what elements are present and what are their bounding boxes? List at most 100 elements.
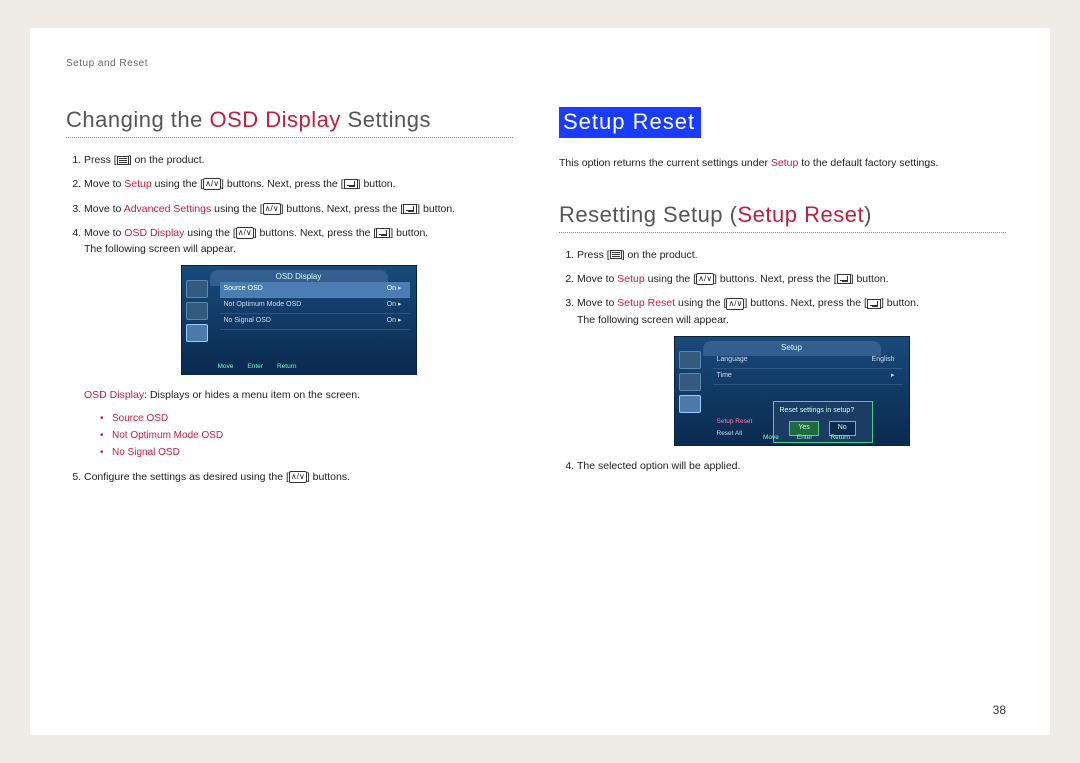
footer-item: Move [218,362,234,372]
accent-text: Setup [124,178,151,190]
row-label: Language [717,355,748,366]
accent-text: OSD Display [124,227,184,239]
step-2: Move to Setup using the [∧/∨] buttons. N… [84,176,513,192]
bullet-item: Not Optimum Mode OSD [112,427,513,444]
heading-text-pre: Resetting Setup ( [559,202,737,227]
text: Press [ [577,249,610,261]
step-1: Press [ ] on the product. [577,247,1006,263]
menu-icon [610,250,622,259]
accent-text: Advanced Settings [124,203,212,215]
step-3: Move to Setup Reset using the [∧/∨] butt… [577,295,1006,446]
dialog-text: Reset settings in setup? [780,406,866,417]
text: ] buttons. Next, press the [ [281,203,404,215]
enter-icon [376,228,390,238]
row-label: Not Optimum Mode OSD [224,300,302,311]
text: The following screen will appear. [577,314,729,326]
osd-sidebar [186,280,214,346]
text: ] buttons. Next, press the [ [744,297,867,309]
osd-side-icon [679,373,701,391]
osd-row: Not Optimum Mode OSD On ▸ [220,298,410,314]
osd-side-icon-selected [186,324,208,342]
heading-text-accent: OSD Display [210,107,341,132]
text: using the [ [211,203,262,215]
footer-item: Return [830,433,850,443]
osd-row: No Signal OSDOn ▸ [220,314,410,330]
text: ] buttons. Next, press the [ [714,273,837,285]
osd-footer: Move Enter Return [711,433,903,443]
accent-text: Setup Reset [617,297,675,309]
accent-text: Setup [771,157,798,169]
updown-icon: ∧/∨ [236,227,254,239]
row-value: On ▸ [387,284,402,295]
text: ] button. [417,203,455,215]
section-banner-setup-reset: Setup Reset [559,107,701,138]
osd-side-icon [186,280,208,298]
osd-sidebar [679,351,707,417]
osd-side-icon-selected [679,395,701,413]
row-label: Time [717,371,732,382]
heading-text-accent: Setup Reset [737,202,864,227]
text: ] button. [851,273,889,285]
left-column: Changing the OSD Display Settings Press … [66,107,513,493]
osd-rows: Source OSDOn ▸ Not Optimum Mode OSDOn ▸ … [220,282,410,330]
step-2: Move to Setup using the [∧/∨] buttons. N… [577,271,1006,287]
row-label: No Signal OSD [224,316,271,327]
osd-screenshot-right: Setup LanguageEnglish Time▸ Reset settin… [674,336,910,446]
osd-description: OSD Display: Displays or hides a menu it… [84,387,513,403]
text: using the [ [184,227,235,239]
accent-text: OSD Display [84,389,144,401]
updown-icon: ∧/∨ [289,471,307,483]
text: ] on the product. [129,154,205,166]
step-1: Press [ ] on the product. [84,152,513,168]
footer-item: Return [277,362,297,372]
footer-item: Enter [247,362,263,372]
osd-row: Source OSD On ▸ [220,282,410,298]
updown-icon: ∧/∨ [203,178,221,190]
updown-icon: ∧/∨ [726,298,744,310]
heading-text-post: ) [864,202,872,227]
osd-footer: Move Enter Return [218,362,410,372]
text: using the [ [675,297,726,309]
step-4: The selected option will be applied. [577,458,1006,474]
text: ] buttons. Next, press the [ [221,178,344,190]
bullet-item: Source OSD [112,410,513,427]
osd-side-icon [186,302,208,320]
page-number: 38 [993,703,1006,717]
enter-icon [837,274,851,284]
row-label: Source OSD [224,284,263,295]
updown-icon: ∧/∨ [696,273,714,285]
text: Press [ [84,154,117,166]
enter-icon [344,179,358,189]
accent-text: Setup [617,273,644,285]
content-columns: Changing the OSD Display Settings Press … [66,107,1006,493]
text: Move to [84,203,124,215]
step-4: Move to OSD Display using the [∧/∨] butt… [84,225,513,461]
osd-row: Language English [713,353,903,369]
manual-page: Setup and Reset Changing the OSD Display… [30,28,1050,735]
text: using the [ [645,273,696,285]
text: Configure the settings as desired using … [84,471,289,483]
footer-item: Enter [797,433,813,443]
heading-resetting-setup: Resetting Setup (Setup Reset) [559,202,1006,233]
updown-icon: ∧/∨ [263,203,281,215]
heading-osd-display: Changing the OSD Display Settings [66,107,513,138]
text: ] on the product. [622,249,698,261]
steps-list-right: Press [ ] on the product. Move to Setup u… [559,247,1006,474]
footer-item: Move [763,433,779,443]
text: ] buttons. [307,471,350,483]
intro-text: This option returns the current settings… [559,156,1006,172]
text: ] button. [881,297,919,309]
right-column: Setup Reset This option returns the curr… [559,107,1006,493]
heading-text-pre: Changing the [66,107,210,132]
row-value: ▸ [891,371,895,382]
text: : Displays or hides a menu item on the s… [144,389,360,401]
enter-icon [867,299,881,309]
osd-rows: Language English Time ▸ Reset settings in … [713,353,903,440]
row-value: On ▸ [387,300,402,311]
bullet-item: No Signal OSD [112,444,513,461]
row-value: English [872,355,895,366]
osd-side-icon [679,351,701,369]
enter-icon [403,204,417,214]
osd-row: Time ▸ [713,369,903,385]
step-3: Move to Advanced Settings using the [∧/∨… [84,201,513,217]
